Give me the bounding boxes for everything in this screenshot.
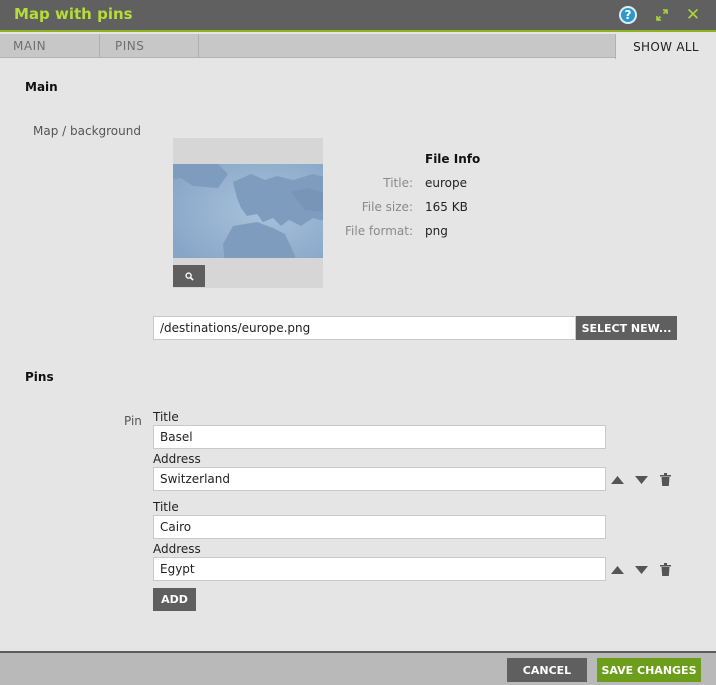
help-icon: ?	[619, 6, 637, 24]
pin-2-address-label: Address	[153, 542, 201, 556]
pin-2-title-input[interactable]: Cairo	[153, 515, 606, 539]
dialog-footer: CANCEL SAVE CHANGES	[0, 651, 716, 685]
map-thumbnail	[173, 164, 323, 258]
title-bar: Map with pins ? ✕	[0, 0, 716, 32]
pins-section-heading: Pins	[25, 370, 54, 384]
trash-icon	[659, 472, 671, 486]
expand-icon	[656, 9, 668, 21]
file-format-label: File format:	[345, 224, 413, 238]
cancel-button[interactable]: CANCEL	[507, 658, 587, 682]
pin-1-address-input[interactable]: Switzerland	[153, 467, 606, 491]
map-background-label: Map / background	[33, 124, 141, 138]
tab-main[interactable]: MAIN	[0, 34, 100, 58]
pin-1-title-label: Title	[153, 410, 179, 424]
arrow-down-icon	[634, 476, 648, 484]
arrow-down-icon	[634, 566, 648, 574]
pin-2-title-label: Title	[153, 500, 179, 514]
pin-2-move-down-button[interactable]	[633, 562, 649, 578]
map-preview	[173, 138, 323, 288]
select-new-button[interactable]: SELECT NEW...	[576, 316, 677, 340]
pin-1-address-label: Address	[153, 452, 201, 466]
file-path-input[interactable]: /destinations/europe.png	[153, 316, 576, 340]
pin-label: Pin	[124, 414, 142, 428]
file-title-label: Title:	[383, 176, 413, 190]
tab-show-all[interactable]: SHOW ALL	[615, 34, 716, 59]
window-title: Map with pins	[14, 5, 133, 23]
expand-button[interactable]	[651, 4, 673, 26]
zoom-button[interactable]	[173, 265, 205, 287]
pin-1-move-down-button[interactable]	[633, 472, 649, 488]
pin-1-delete-button[interactable]	[657, 471, 673, 487]
file-title-value: europe	[425, 176, 467, 190]
arrow-up-icon	[610, 566, 624, 574]
pin-2-move-up-button[interactable]	[609, 562, 625, 578]
close-icon: ✕	[685, 5, 701, 25]
add-pin-button[interactable]: ADD	[153, 588, 196, 611]
magnifier-icon	[184, 271, 194, 281]
pin-2-address-input[interactable]: Egypt	[153, 557, 606, 581]
file-size-value: 165 KB	[425, 200, 468, 214]
tab-bar: MAIN PINS SHOW ALL	[0, 34, 716, 59]
tab-pins[interactable]: PINS	[100, 34, 199, 58]
help-button[interactable]: ?	[617, 4, 639, 26]
file-info-title: File Info	[425, 152, 481, 166]
file-format-value: png	[425, 224, 448, 238]
pin-1-title-input[interactable]: Basel	[153, 425, 606, 449]
pin-1-move-up-button[interactable]	[609, 472, 625, 488]
arrow-up-icon	[610, 476, 624, 484]
main-section-heading: Main	[25, 80, 58, 94]
close-button[interactable]: ✕	[682, 4, 704, 26]
pin-2-delete-button[interactable]	[657, 561, 673, 577]
file-size-label: File size:	[361, 200, 413, 214]
trash-icon	[659, 562, 671, 576]
save-changes-button[interactable]: SAVE CHANGES	[597, 658, 701, 682]
